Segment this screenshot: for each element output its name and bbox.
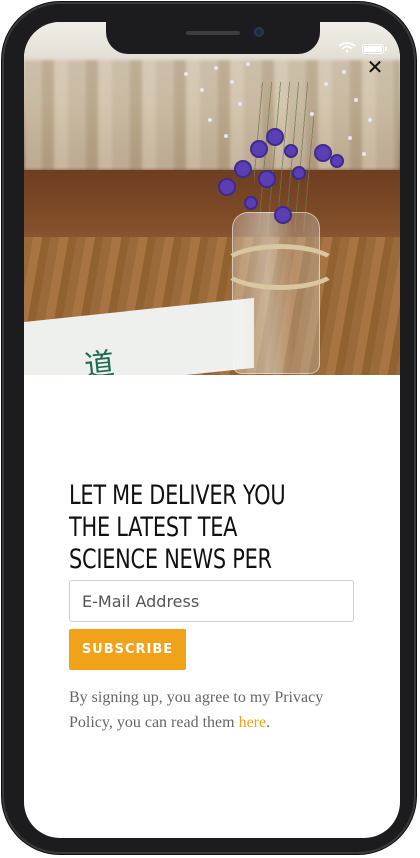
speaker-grille (186, 31, 240, 35)
close-icon[interactable]: ✕ (366, 57, 384, 77)
privacy-disclaimer: By signing up, you agree to my Privacy P… (69, 685, 359, 735)
hero-image: 道 (24, 22, 400, 375)
phone-screen: 道 ✕ LET ME DELIVER YOU THE LATEST TEA SC… (24, 22, 400, 838)
battery-icon (362, 44, 387, 54)
front-camera (254, 27, 264, 37)
privacy-policy-link[interactable]: here (239, 714, 267, 731)
phone-frame: 道 ✕ LET ME DELIVER YOU THE LATEST TEA SC… (2, 2, 416, 854)
disclaimer-end: . (266, 714, 271, 731)
subscribe-button[interactable]: SUBSCRIBE (69, 629, 186, 670)
glass-vase (232, 212, 320, 374)
disclaimer-text: By signing up, you agree to my Privacy P… (69, 689, 324, 731)
phone-notch (106, 22, 320, 54)
email-field[interactable] (69, 580, 354, 622)
wifi-icon (338, 42, 356, 52)
